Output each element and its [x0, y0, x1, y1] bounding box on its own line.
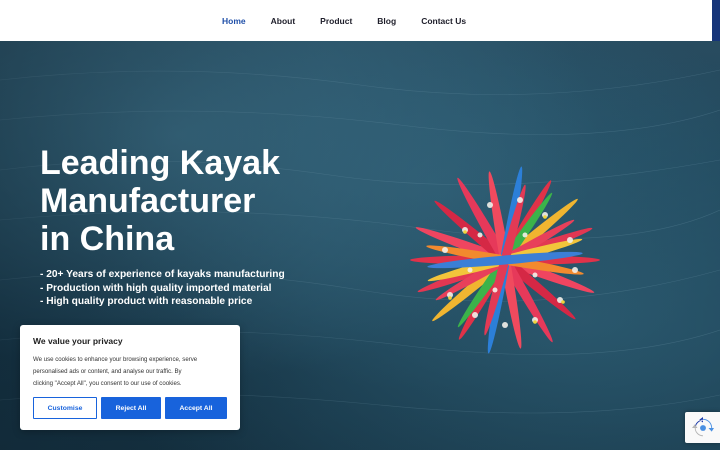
headline-line: in China — [40, 220, 175, 258]
cookie-body-line: clicking "Accept All", you consent to ou… — [33, 380, 182, 387]
request-quotation-button[interactable]: Request For Quotation — [585, 9, 698, 32]
bullet-item: - 20+ Years of experience of kayaks manu… — [40, 269, 285, 280]
hero-bullets: - 20+ Years of experience of kayaks manu… — [40, 268, 285, 309]
reject-all-button[interactable]: Reject All — [101, 397, 161, 419]
nav-home[interactable]: Home — [222, 16, 246, 26]
cookie-body-line: We use cookies to enhance your browsing … — [33, 356, 198, 363]
nav-product[interactable]: Product — [320, 16, 352, 26]
main-nav: Home About Product Blog Contact Us — [222, 0, 491, 41]
bullet-item: - High quality product with reasonable p… — [40, 296, 253, 307]
recaptcha-badge[interactable] — [685, 412, 720, 443]
nav-contact-us[interactable]: Contact Us — [421, 16, 466, 26]
kayak-starburst-image — [410, 166, 600, 354]
hero-headline: Leading Kayak Manufacturer in China — [40, 144, 310, 258]
cookie-body-line: personalised ads or content, and analyse… — [33, 368, 182, 375]
cookie-body: We use cookies to enhance your browsing … — [33, 354, 233, 390]
nav-blog[interactable]: Blog — [377, 16, 396, 26]
cookie-title: We value your privacy — [33, 336, 123, 346]
bullet-item: - Production with high quality imported … — [40, 282, 272, 294]
recaptcha-icon — [691, 416, 714, 436]
customise-button[interactable]: Customise — [33, 397, 97, 419]
accept-all-button[interactable]: Accept All — [165, 397, 227, 419]
nav-about[interactable]: About — [271, 16, 296, 26]
header-edge-accent — [712, 0, 720, 41]
cookie-consent-banner: We value your privacy We use cookies to … — [20, 325, 240, 430]
headline-line: Manufacturer — [40, 182, 256, 220]
headline-line: Leading Kayak — [40, 144, 280, 182]
